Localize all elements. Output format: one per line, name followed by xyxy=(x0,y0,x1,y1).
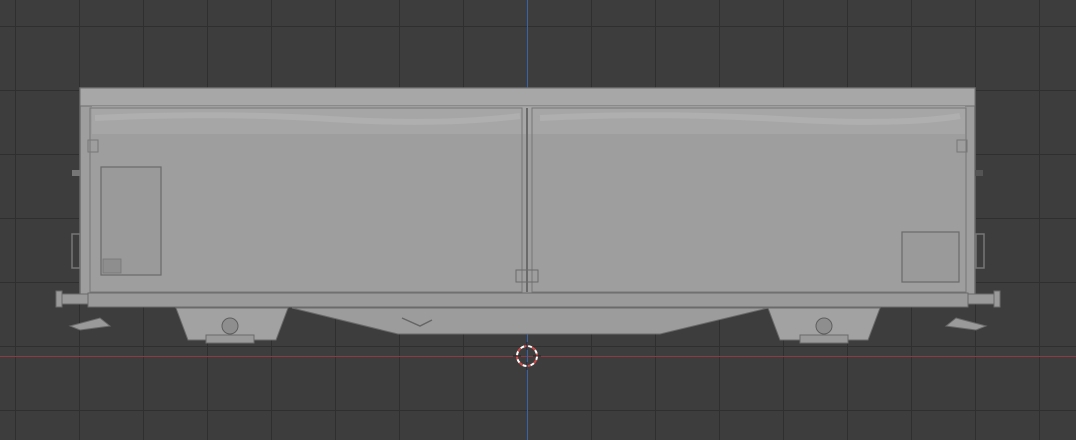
3d-cursor-icon[interactable] xyxy=(513,342,541,370)
wagon-model[interactable] xyxy=(0,0,1076,440)
3d-viewport[interactable] xyxy=(0,0,1076,440)
left-bogie xyxy=(175,307,289,344)
right-bogie xyxy=(767,307,881,344)
wagon-body[interactable] xyxy=(71,87,985,299)
